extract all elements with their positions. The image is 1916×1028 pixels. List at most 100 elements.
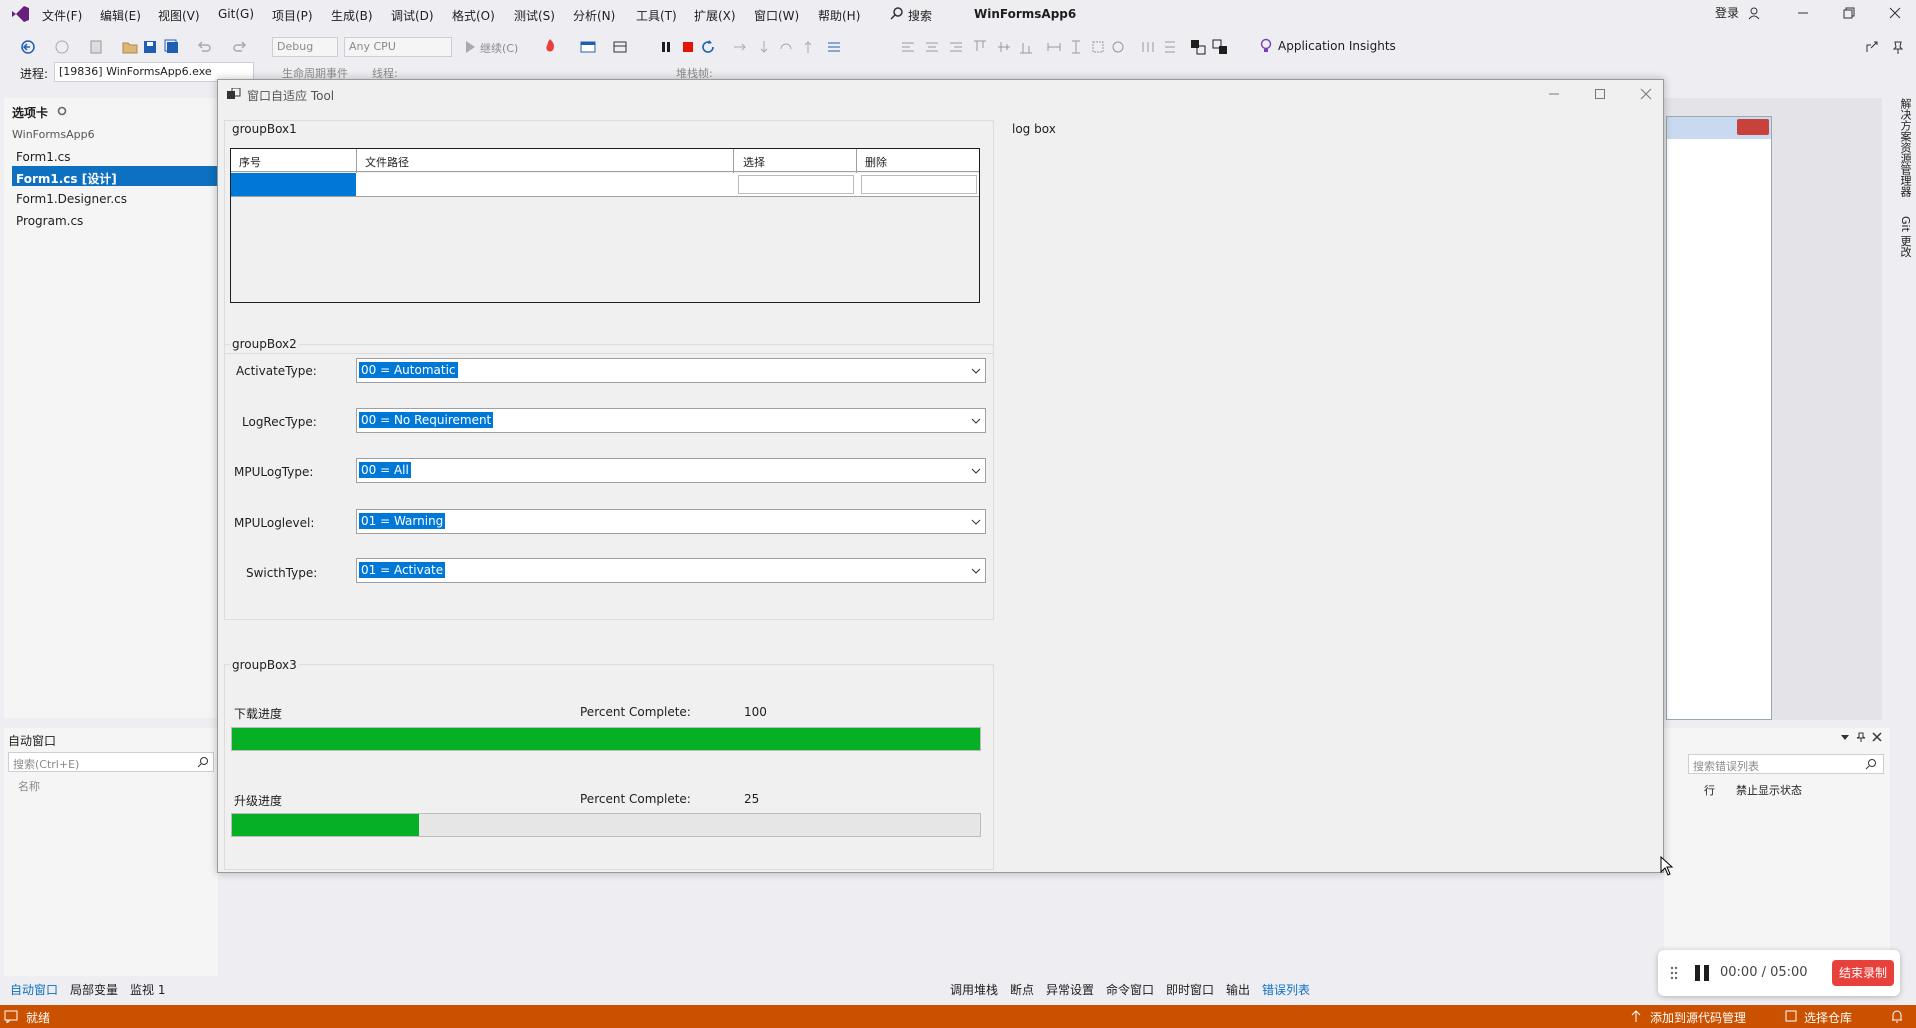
menu-debug[interactable]: 调试(D) <box>391 7 434 24</box>
tree-file-form1-design[interactable]: Form1.cs [设计] <box>16 170 117 187</box>
step-over2-icon[interactable] <box>778 39 794 55</box>
stop-icon[interactable] <box>680 39 696 55</box>
step-over-icon[interactable] <box>732 39 748 55</box>
dropdown-icon[interactable] <box>1840 732 1850 742</box>
tab-exception-settings[interactable]: 异常设置 <box>1046 981 1094 998</box>
tab-command-window[interactable]: 命令窗口 <box>1106 981 1154 998</box>
diagnostic-icon[interactable] <box>612 39 628 55</box>
align-middle-icon[interactable] <box>996 39 1012 55</box>
step-into-icon[interactable] <box>756 39 772 55</box>
tab-output[interactable]: 输出 <box>1226 981 1250 998</box>
live-share-icon[interactable] <box>1864 39 1880 55</box>
tab-watch1[interactable]: 监视 1 <box>130 981 165 998</box>
menu-search[interactable]: 搜索 <box>908 7 932 24</box>
autos-search-icon[interactable] <box>197 756 209 768</box>
tab-git-changes[interactable]: Git 更改 <box>1897 216 1913 257</box>
panel-close-icon[interactable] <box>1872 732 1882 742</box>
arrow-up-icon[interactable] <box>1630 1009 1642 1023</box>
col-header-path[interactable]: 文件路径 <box>365 154 409 170</box>
tree-file-program[interactable]: Program.cs <box>16 214 83 228</box>
menu-window[interactable]: 窗口(W) <box>754 7 799 24</box>
select-repo[interactable]: 选择仓库 <box>1804 1009 1852 1026</box>
logbox-area[interactable] <box>1008 138 1656 868</box>
tree-file-designer[interactable]: Form1.Designer.cs <box>16 192 127 206</box>
same-width-icon[interactable] <box>1046 39 1062 55</box>
size-to-grid-icon[interactable] <box>1110 39 1126 55</box>
platform-dropdown[interactable]: Any CPU <box>344 37 452 57</box>
menu-test[interactable]: 测试(S) <box>514 7 555 24</box>
undo-icon[interactable] <box>196 39 212 55</box>
menu-extensions[interactable]: 扩展(X) <box>694 7 736 24</box>
file-grid[interactable]: 序号 文件路径 选择 删除 <box>230 148 980 303</box>
error-col-suppress[interactable]: 禁止显示状态 <box>1736 782 1802 798</box>
new-project-icon[interactable] <box>88 39 104 55</box>
project-node[interactable]: WinFormsApp6 <box>12 128 95 141</box>
pin-icon[interactable] <box>1856 732 1866 742</box>
table-row[interactable] <box>231 173 979 197</box>
same-height-icon[interactable] <box>1068 39 1084 55</box>
menu-git[interactable]: Git(G) <box>218 7 254 21</box>
close-icon[interactable] <box>1888 6 1902 20</box>
menu-build[interactable]: 生成(B) <box>331 7 373 24</box>
col-header-delete[interactable]: 删除 <box>865 154 887 170</box>
notification-bell-icon[interactable] <box>1890 1009 1904 1023</box>
error-col-line[interactable]: 行 <box>1704 782 1715 798</box>
selected-cell[interactable] <box>231 173 356 196</box>
activate-type-dropdown[interactable]: 00 = Automatic <box>356 358 986 383</box>
add-source-control[interactable]: 添加到源代码管理 <box>1650 1009 1746 1026</box>
redo-icon[interactable] <box>232 39 248 55</box>
align-center-icon[interactable] <box>924 39 940 55</box>
restart-icon[interactable] <box>700 39 716 55</box>
tree-file-form1[interactable]: Form1.cs <box>16 150 71 164</box>
minimize-icon[interactable] <box>1796 6 1810 20</box>
account-icon[interactable] <box>1748 6 1762 20</box>
drag-handle-icon[interactable] <box>1670 966 1678 980</box>
col-header-index[interactable]: 序号 <box>239 154 261 170</box>
open-folder-icon[interactable] <box>122 39 138 55</box>
tab-error-list[interactable]: 错误列表 <box>1262 981 1310 998</box>
logrec-type-dropdown[interactable]: 00 = No Requirement <box>356 408 986 433</box>
h-spacing-icon[interactable] <box>1140 39 1156 55</box>
record-pause-icon[interactable] <box>1694 964 1710 982</box>
stop-recording-button[interactable]: 结束录制 <box>1832 960 1894 986</box>
menu-format[interactable]: 格式(O) <box>452 7 495 24</box>
menu-tools[interactable]: 工具(T) <box>636 7 677 24</box>
tab-call-stack[interactable]: 调用堆栈 <box>950 981 998 998</box>
mpulog-type-dropdown[interactable]: 00 = All <box>356 458 986 483</box>
menu-edit[interactable]: 编辑(E) <box>100 7 141 24</box>
settings-gear-icon[interactable] <box>56 105 68 117</box>
mpulog-level-dropdown[interactable]: 01 = Warning <box>356 509 986 534</box>
menu-help[interactable]: 帮助(H) <box>818 7 860 24</box>
repo-icon[interactable] <box>1784 1009 1798 1023</box>
continue-label[interactable]: 继续(C) <box>480 40 518 56</box>
error-search-icon[interactable] <box>1865 758 1877 770</box>
lightbulb-icon[interactable] <box>1258 38 1274 54</box>
menu-file[interactable]: 文件(F) <box>42 7 82 24</box>
live-tree-icon[interactable] <box>826 39 842 55</box>
window-minimize-icon[interactable] <box>1548 88 1560 100</box>
window-close-icon[interactable] <box>1640 88 1652 100</box>
align-bottom-icon[interactable] <box>1018 39 1034 55</box>
window-maximize-icon[interactable] <box>1594 88 1606 100</box>
save-all-icon[interactable] <box>164 39 180 55</box>
browser-link-icon[interactable] <box>580 39 596 55</box>
tab-breakpoints[interactable]: 断点 <box>1010 981 1034 998</box>
v-spacing-icon[interactable] <box>1162 39 1178 55</box>
forward-icon[interactable] <box>54 39 70 55</box>
same-size-icon[interactable] <box>1090 39 1106 55</box>
error-search-input[interactable]: 搜索错误列表 <box>1688 754 1884 774</box>
tab-autos[interactable]: 自动窗口 <box>10 981 58 998</box>
tab-immediate-window[interactable]: 即时窗口 <box>1166 981 1214 998</box>
continue-icon[interactable] <box>462 39 478 55</box>
col-header-select[interactable]: 选择 <box>743 154 765 170</box>
align-right-icon[interactable] <box>948 39 964 55</box>
step-out-icon[interactable] <box>800 39 816 55</box>
menu-project[interactable]: 项目(P) <box>272 7 313 24</box>
tab-solution-explorer[interactable]: 解决方案资源管理器 <box>1897 98 1913 197</box>
align-top-icon[interactable] <box>972 39 988 55</box>
menu-view[interactable]: 视图(V) <box>158 7 200 24</box>
select-button-cell[interactable] <box>738 175 854 194</box>
switch-type-dropdown[interactable]: 01 = Activate <box>356 558 986 583</box>
back-icon[interactable] <box>20 39 36 55</box>
config-dropdown[interactable]: Debug <box>272 37 338 57</box>
